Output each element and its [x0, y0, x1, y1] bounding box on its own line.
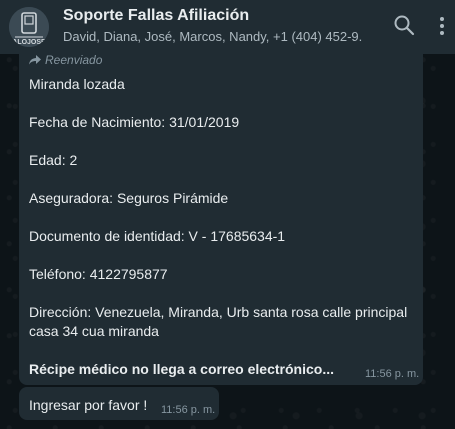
forwarded-text: Reenviado [45, 53, 103, 67]
participants-list[interactable]: David, Diana, José, Marcos, Nandy, +1 (4… [63, 28, 363, 46]
message-line-age: Edad: 2 [29, 152, 78, 168]
message-line-name: Miranda lozada [29, 76, 125, 92]
more-vertical-icon[interactable] [432, 14, 452, 38]
message-line-id-document: Documento de identidad: V - 17685634-1 [29, 228, 286, 244]
message-line-birthdate: Fecha de Nacimiento: 31/01/2019 [29, 114, 240, 130]
message-bubble[interactable]: Ingresar por favor ! 11:56 p. m. [19, 387, 219, 420]
search-icon[interactable] [392, 13, 416, 37]
message-text: Ingresar por favor ! [29, 397, 148, 413]
message-line-address: Dirección: Venezuela, Miranda, Urb santa… [29, 304, 408, 320]
svg-text:ALOJOSE: ALOJOSE [12, 39, 46, 46]
message-line-insurer: Aseguradora: Seguros Pirámide [29, 190, 229, 206]
message-line-summary[interactable]: Récipe médico no llega a correo electrón… [29, 361, 334, 377]
forward-arrow-icon [29, 55, 41, 65]
forwarded-label: Reenviado [29, 53, 102, 67]
message-bubble[interactable]: Reenviado Miranda lozada Fecha de Nacimi… [19, 48, 423, 385]
chat-title[interactable]: Soporte Fallas Afiliación [63, 6, 363, 26]
chat-header[interactable]: ALOJOSE Soporte Fallas Afiliación David,… [0, 0, 455, 54]
message-line-address-cont: casa 34 cua miranda [29, 323, 159, 339]
group-avatar-icon[interactable]: ALOJOSE [9, 7, 49, 47]
message-timestamp: 11:56 p. m. [365, 368, 420, 380]
message-timestamp: 11:56 p. m. [161, 404, 216, 416]
message-line-phone: Teléfono: 4122795877 [29, 266, 168, 282]
